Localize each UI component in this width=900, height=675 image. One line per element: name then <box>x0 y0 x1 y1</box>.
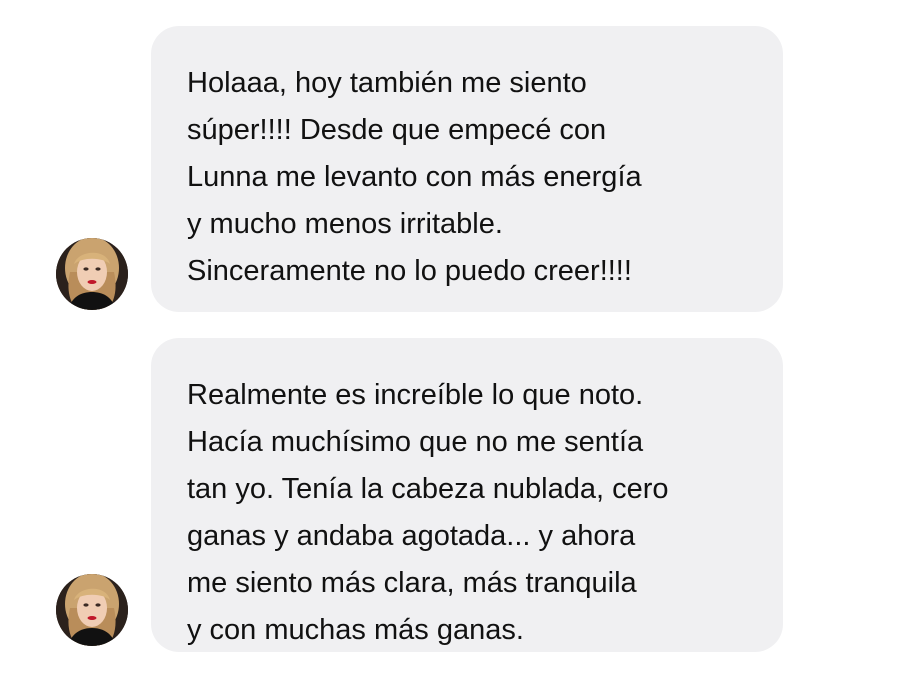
message-bubble[interactable]: Holaaa, hoy también me siento súper!!!! … <box>151 26 783 312</box>
message-text: Holaaa, hoy también me siento súper!!!! … <box>187 67 642 287</box>
message-row: Holaaa, hoy también me siento súper!!!! … <box>0 26 900 312</box>
sender-avatar[interactable] <box>56 574 128 646</box>
message-row: Realmente es increíble lo que noto. Hací… <box>0 338 900 652</box>
message-thread: Holaaa, hoy también me siento súper!!!! … <box>0 0 900 675</box>
message-text: Realmente es increíble lo que noto. Hací… <box>187 379 669 646</box>
message-bubble[interactable]: Realmente es increíble lo que noto. Hací… <box>151 338 783 652</box>
sender-avatar[interactable] <box>56 238 128 310</box>
user-avatar-photo-icon <box>56 574 128 646</box>
user-avatar-photo-icon <box>56 238 128 310</box>
